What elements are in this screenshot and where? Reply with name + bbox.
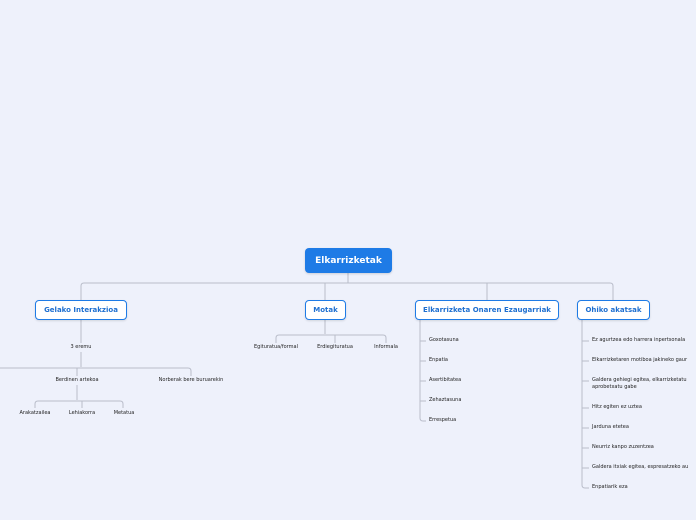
node-egituratua[interactable]: Egituratua/formal [254, 344, 298, 351]
node-3-eremu[interactable]: 3 eremu [71, 344, 92, 351]
root-label: Elkarrizketak [315, 255, 382, 266]
node-jarduna-etetea[interactable]: Jarduna etetea [592, 424, 629, 431]
node-neurriz-kanpo[interactable]: Neurriz kanpo zuzentzea [592, 444, 654, 451]
node-arakatzailea[interactable]: Arakatzailea [20, 410, 51, 417]
node-goxotasuna[interactable]: Goxotasuna [429, 337, 459, 344]
node-galdera-gehiegi[interactable]: Galdera gehiegi egitea, elkarrizketatu [592, 377, 687, 384]
branch-label: Motak [313, 306, 338, 314]
root-node[interactable]: Elkarrizketak [305, 248, 392, 273]
node-zehaztasuna[interactable]: Zehaztasuna [429, 397, 461, 404]
branch-gelako-interakzioa[interactable]: Gelako Interakzioa [35, 300, 127, 320]
node-erdiegituratua[interactable]: Erdiegituratua [317, 344, 353, 351]
node-informala[interactable]: Informala [374, 344, 398, 351]
node-metatua[interactable]: Metatua [114, 410, 135, 417]
node-motiboa[interactable]: Elkarrizketaren motiboa jakineko gaur [592, 357, 687, 364]
branch-label: Elkarrizketa Onaren Ezaugarriak [423, 306, 551, 314]
node-errespetua[interactable]: Errespetua [429, 417, 456, 424]
node-galdera-itxiak[interactable]: Galdera itxiak egitea, espresatzeko au [592, 464, 688, 471]
node-enpatiarik-eza[interactable]: Enpatiarik eza [592, 484, 628, 491]
node-galdera-gehiegi-line2: aprobetxatu gabe [592, 384, 637, 390]
node-asertibitatea[interactable]: Asertibitatea [429, 377, 461, 384]
branch-ezaugarriak[interactable]: Elkarrizketa Onaren Ezaugarriak [415, 300, 559, 320]
node-lehiakorra[interactable]: Lehiakorra [69, 410, 95, 417]
node-berdinen-artekoa[interactable]: Berdinen artekoa [55, 377, 98, 384]
node-ez-agurtzea[interactable]: Ez agurtzea edo harrera inpertsonala [592, 337, 685, 344]
node-enpatia[interactable]: Enpatia [429, 357, 448, 364]
branch-ohiko-akatsak[interactable]: Ohiko akatsak [577, 300, 650, 320]
branch-label: Ohiko akatsak [585, 306, 642, 314]
node-hitz-egiten[interactable]: Hitz egiten ez uztea [592, 404, 642, 411]
branch-motak[interactable]: Motak [305, 300, 346, 320]
node-norberak-bere-buruarekin[interactable]: Norberak bere buruarekin [159, 377, 224, 384]
branch-label: Gelako Interakzioa [44, 306, 118, 314]
